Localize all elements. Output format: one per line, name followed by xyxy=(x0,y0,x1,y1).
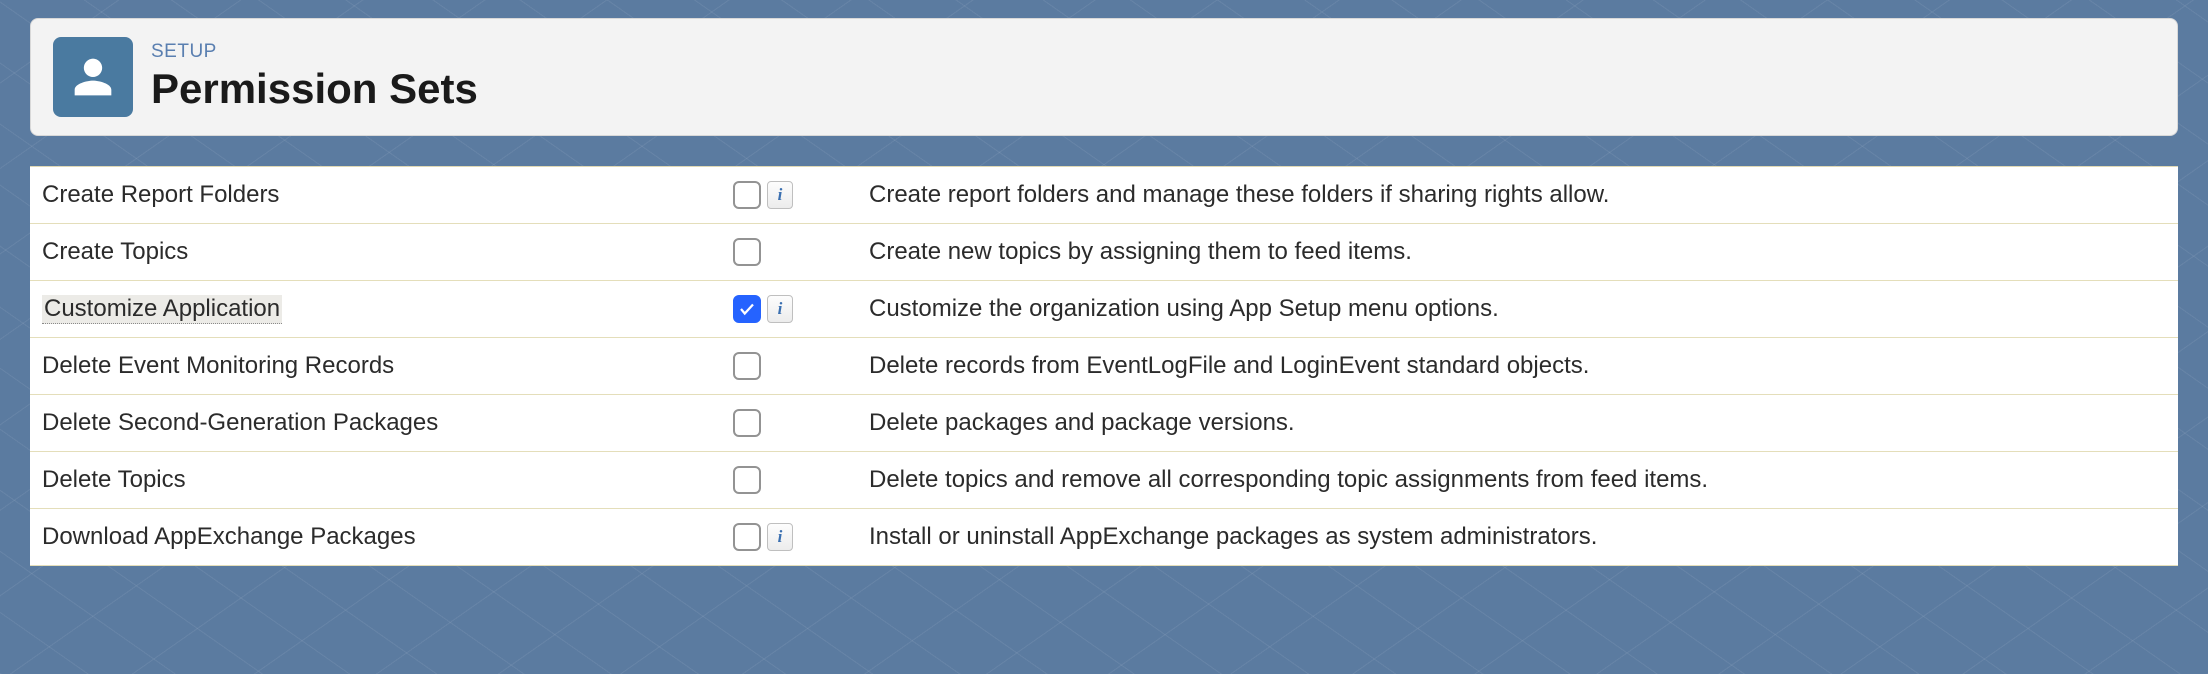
permission-name: Download AppExchange Packages xyxy=(30,523,733,551)
info-icon[interactable]: i xyxy=(767,181,793,209)
permission-checkbox[interactable] xyxy=(733,181,761,209)
permission-checkbox[interactable] xyxy=(733,466,761,494)
permission-description: Customize the organization using App Set… xyxy=(823,295,2178,323)
permission-name: Delete Topics xyxy=(30,466,733,494)
permission-checkbox[interactable] xyxy=(733,352,761,380)
permission-controls xyxy=(733,238,823,266)
permission-checkbox[interactable] xyxy=(733,523,761,551)
permission-row: Create Topics Create new topics by assign… xyxy=(30,224,2178,281)
setup-header: SETUP Permission Sets xyxy=(30,18,2178,136)
permission-description: Create report folders and manage these f… xyxy=(823,181,2178,209)
setup-label: SETUP xyxy=(151,41,478,63)
permissions-table: Create Report Folders i Create report fold… xyxy=(30,166,2178,566)
permission-controls xyxy=(733,466,823,494)
permission-name: Delete Event Monitoring Records xyxy=(30,352,733,380)
permission-row: Delete Second-Generation Packages Delete … xyxy=(30,395,2178,452)
permission-checkbox[interactable] xyxy=(733,295,761,323)
page-title: Permission Sets xyxy=(151,65,478,113)
permission-description: Delete records from EventLogFile and Log… xyxy=(823,352,2178,380)
info-icon[interactable]: i xyxy=(767,523,793,551)
permission-row: Create Report Folders i Create report fold… xyxy=(30,167,2178,224)
permission-row: Delete Event Monitoring Records Delete re… xyxy=(30,338,2178,395)
permission-controls: i xyxy=(733,295,823,323)
permission-checkbox[interactable] xyxy=(733,409,761,437)
permission-name: Create Topics xyxy=(30,238,733,266)
permission-description: Create new topics by assigning them to f… xyxy=(823,238,2178,266)
permission-controls xyxy=(733,352,823,380)
permission-description: Delete topics and remove all correspondi… xyxy=(823,466,2178,494)
permission-row: Download AppExchange Packages i Install or… xyxy=(30,509,2178,566)
permission-row: Delete Topics Delete topics and remove al… xyxy=(30,452,2178,509)
permission-row: Customize Application i Customize the orga… xyxy=(30,281,2178,338)
permission-description: Install or uninstall AppExchange package… xyxy=(823,523,2178,551)
permission-checkbox[interactable] xyxy=(733,238,761,266)
person-icon xyxy=(53,37,133,117)
permission-controls: i xyxy=(733,523,823,551)
permission-name: Create Report Folders xyxy=(30,181,733,209)
permission-name: Delete Second-Generation Packages xyxy=(30,409,733,437)
permission-controls xyxy=(733,409,823,437)
permission-name: Customize Application xyxy=(30,295,733,324)
info-icon[interactable]: i xyxy=(767,295,793,323)
header-text: SETUP Permission Sets xyxy=(151,41,478,113)
permission-description: Delete packages and package versions. xyxy=(823,409,2178,437)
permission-controls: i xyxy=(733,181,823,209)
